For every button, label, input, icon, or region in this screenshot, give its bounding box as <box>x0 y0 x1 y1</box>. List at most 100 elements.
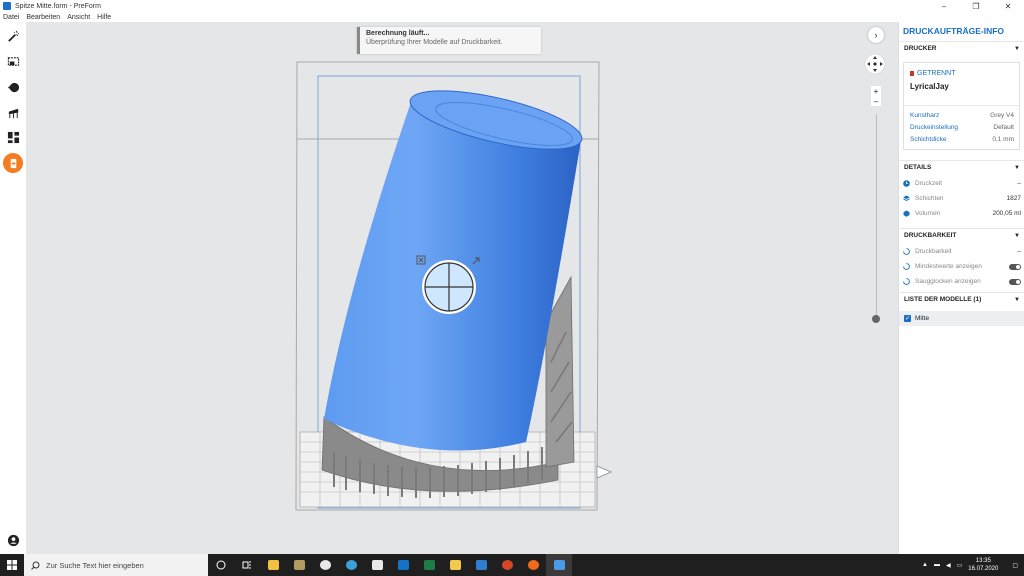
account-button[interactable] <box>5 532 21 548</box>
show-minimums-label: Mindestwerte anzeigen <box>915 263 982 270</box>
close-button[interactable]: ✕ <box>992 0 1024 12</box>
print-time-row: Druckzeit – <box>903 178 1021 189</box>
taskbar-notes[interactable] <box>442 554 468 576</box>
supports-tool[interactable] <box>5 104 21 120</box>
printability-value: – <box>1017 248 1021 255</box>
clock-date: 16.07.2020 <box>968 566 999 572</box>
layer-slider-track[interactable] <box>876 114 877 319</box>
print-icon <box>10 158 16 168</box>
printer-status: GETRENNT <box>910 70 956 77</box>
3d-viewport[interactable]: Berechnung läuft... Überprüfung Ihrer Mo… <box>26 22 898 554</box>
taskbar-powerpoint[interactable] <box>494 554 520 576</box>
taskbar-file-explorer[interactable] <box>260 554 286 576</box>
account-icon <box>7 534 19 546</box>
caret-down-icon: ▼ <box>1014 296 1020 303</box>
layers-icon <box>903 195 910 202</box>
collapse-panel-button[interactable]: › <box>868 27 884 43</box>
layer-thickness-label: Schichtdicke <box>910 136 947 143</box>
notifications-icon[interactable]: ▢ <box>1012 562 1018 569</box>
orientation-icon <box>7 82 19 92</box>
calculation-toast: Berechnung läuft... Überprüfung Ihrer Mo… <box>357 27 541 54</box>
models-section-header[interactable]: LISTE DER MODELLE (1) ▼ <box>899 292 1024 306</box>
printer-status-icon <box>910 71 914 76</box>
taskbar-firefox[interactable] <box>520 554 546 576</box>
printability-row: Druckbarkeit – <box>903 246 1021 257</box>
show-cups-label: Saugglocken anzeigen <box>915 278 981 285</box>
build-scene[interactable] <box>26 22 898 554</box>
excel-icon <box>423 560 435 570</box>
printability-label: Druckbarkeit <box>915 248 952 255</box>
printability-section-header[interactable]: DRUCKBARKEIT ▼ <box>899 228 1024 242</box>
printer-card[interactable]: GETRENNT LyricalJay Kunstharz Grey V4 Dr… <box>903 62 1020 150</box>
spinner-icon <box>903 263 910 270</box>
print-time-value: – <box>1017 180 1021 187</box>
menu-datei[interactable]: Datei <box>3 14 19 21</box>
task-view-icon <box>242 561 251 569</box>
zoom-in-button[interactable]: + <box>871 86 881 96</box>
clock-time: 13:35 <box>975 558 991 564</box>
panel-title: DRUCKAUFTRÄGE-INFO <box>903 26 1005 36</box>
select-tool[interactable] <box>5 53 21 69</box>
powerpoint-icon <box>501 560 513 570</box>
orientation-tool[interactable] <box>5 79 21 95</box>
details-section-header[interactable]: DETAILS ▼ <box>899 160 1024 174</box>
taskbar-search[interactable]: Zur Suche Text hier eingeben <box>24 554 208 576</box>
chevron-up-icon[interactable]: ▲ <box>922 562 928 568</box>
resin-label: Kunstharz <box>910 112 940 119</box>
menu-bar: Datei Bearbeiten Ansicht Hilfe <box>0 12 1024 22</box>
model-list-item[interactable]: ✓ Mitte <box>899 311 1024 326</box>
build-plate-marker <box>596 465 613 479</box>
clock[interactable]: 13:35 16.07.2020 <box>968 557 998 573</box>
printer-section-header[interactable]: DRUCKER ▼ <box>899 41 1024 55</box>
print-time-label: Druckzeit <box>915 180 943 187</box>
magic-wand-tool[interactable] <box>5 28 21 44</box>
print-tool[interactable] <box>3 153 23 173</box>
layer-slider-thumb[interactable] <box>872 315 880 323</box>
layout-tool[interactable] <box>5 129 21 145</box>
layer-thickness-row: Schichtdicke 0,1 mm <box>910 136 1014 143</box>
menu-hilfe[interactable]: Hilfe <box>97 14 111 21</box>
start-button[interactable] <box>0 554 24 576</box>
taskbar-media-player[interactable] <box>286 554 312 576</box>
printer-name: LyricalJay <box>910 82 949 91</box>
show-cups-toggle[interactable] <box>1009 278 1021 285</box>
cortana-button[interactable] <box>208 554 234 576</box>
taskbar-itunes[interactable] <box>312 554 338 576</box>
view-navigator[interactable] <box>864 53 886 75</box>
taskbar-edge[interactable] <box>338 554 364 576</box>
volume-icon[interactable]: ◀ <box>946 562 951 569</box>
spinner-icon <box>903 278 910 285</box>
taskbar-mail[interactable] <box>364 554 390 576</box>
checkbox-checked-icon[interactable]: ✓ <box>904 315 911 322</box>
search-placeholder: Zur Suche Text hier eingeben <box>46 560 144 570</box>
zoom-out-button[interactable]: – <box>871 96 881 106</box>
menu-ansicht[interactable]: Ansicht <box>67 14 90 21</box>
volume-row: Volumen 200,05 ml <box>903 208 1021 219</box>
taskbar-photos[interactable] <box>468 554 494 576</box>
itunes-icon <box>319 560 331 570</box>
chevron-right-icon: › <box>874 30 878 40</box>
window-title: Spitze Mitte.form - PreForm <box>15 2 101 10</box>
print-setting-label: Druckeinstellung <box>910 124 959 131</box>
resin-value: Grey V4 <box>990 112 1014 119</box>
volume-icon <box>903 210 910 217</box>
show-cups-row: Saugglocken anzeigen <box>903 276 1021 287</box>
media-player-icon <box>293 560 305 570</box>
taskbar-excel[interactable] <box>416 554 442 576</box>
layers-row: Schichten 1827 <box>903 193 1021 204</box>
models-section-label: LISTE DER MODELLE (1) <box>904 296 982 303</box>
taskbar-preform[interactable] <box>546 554 572 576</box>
menu-bearbeiten[interactable]: Bearbeiten <box>26 14 60 21</box>
taskbar-outlook[interactable] <box>390 554 416 576</box>
layers-label: Schichten <box>915 195 944 202</box>
task-view-button[interactable] <box>234 554 260 576</box>
edge-icon <box>345 560 357 570</box>
maximize-button[interactable]: ❐ <box>960 0 992 12</box>
network-icon[interactable]: ▬ <box>934 562 940 568</box>
keyboard-icon[interactable]: ▭ <box>957 562 963 569</box>
left-toolbar <box>0 22 26 554</box>
show-minimums-row: Mindestwerte anzeigen <box>903 261 1021 272</box>
show-minimums-toggle[interactable] <box>1009 263 1021 270</box>
minimize-button[interactable]: – <box>928 0 960 12</box>
caret-down-icon: ▼ <box>1014 164 1020 171</box>
